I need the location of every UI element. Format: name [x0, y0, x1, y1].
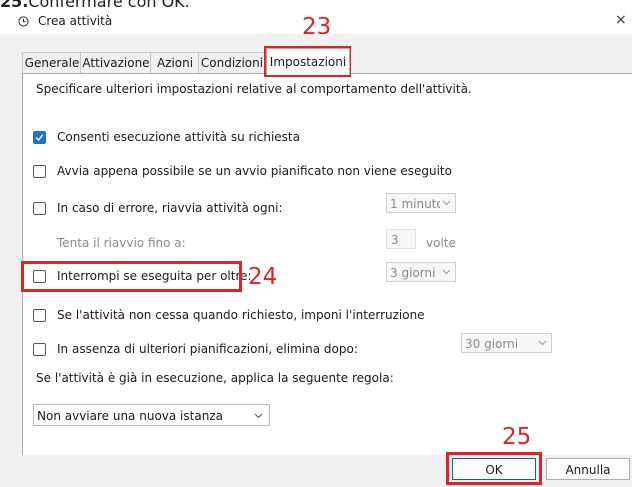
stop-duration-dropdown[interactable]: 3 giorni: [386, 262, 456, 282]
tab-impostazioni[interactable]: Impostazioni: [266, 48, 350, 75]
checkmark-icon: [35, 134, 44, 142]
settings-intro: Specificare ulteriori impostazioni relat…: [36, 82, 472, 96]
tab-generale[interactable]: Generale: [22, 52, 82, 73]
tab-azioni[interactable]: Azioni: [150, 52, 200, 73]
rule-label: Se l'attività è già in esecuzione, appli…: [36, 371, 394, 385]
force-stop-checkbox[interactable]: [33, 309, 46, 322]
restart-interval-dropdown[interactable]: 1 minuto: [386, 193, 456, 213]
chevron-down-icon: [442, 269, 451, 275]
run-asap-label: Avvia appena possibile se un avvio piani…: [57, 164, 452, 178]
caption-step-number: 25.: [0, 0, 29, 10]
restart-on-fail-checkbox[interactable]: [33, 202, 46, 215]
delete-after-dropdown[interactable]: 30 giorni: [461, 333, 552, 353]
cancel-button[interactable]: Annulla: [546, 458, 630, 480]
restart-on-fail-label: In caso di errore, riavvia attività ogni…: [57, 201, 283, 215]
chevron-down-icon: [538, 340, 547, 346]
step-number-24: 24: [248, 264, 278, 290]
window-title: Crea attività: [38, 14, 113, 28]
tab-attivazione[interactable]: Attivazione: [80, 52, 152, 73]
delete-after-value: 30 giorni: [465, 337, 519, 351]
stop-duration-value: 3 giorni: [390, 266, 436, 280]
chevron-down-icon: [442, 200, 451, 206]
retry-unit-label: volte: [426, 236, 456, 250]
step-number-23: 23: [302, 14, 332, 40]
running-rule-dropdown[interactable]: Non avviare una nuova istanza: [33, 404, 270, 426]
chevron-down-icon: [254, 413, 263, 419]
retry-label: Tenta il riavvio fino a:: [57, 236, 186, 250]
allow-on-demand-checkbox[interactable]: [33, 131, 46, 144]
delete-after-checkbox[interactable]: [33, 343, 46, 356]
step-number-25: 25: [502, 424, 532, 450]
close-icon[interactable]: ×: [615, 12, 627, 28]
ok-highlight-box: [446, 452, 542, 485]
retry-count-field[interactable]: 3: [386, 229, 416, 249]
caption-text: Confermare con OK.: [28, 0, 190, 10]
delete-after-label: In assenza di ulteriori pianificazioni, …: [57, 342, 358, 356]
tab-condizioni[interactable]: Condizioni: [198, 52, 266, 73]
run-asap-checkbox[interactable]: [33, 165, 46, 178]
restart-interval-value: 1 minuto: [390, 197, 440, 211]
clock-icon: [18, 16, 29, 27]
running-rule-value: Non avviare una nuova istanza: [37, 409, 223, 423]
option-highlight-box: [21, 261, 242, 292]
force-stop-label: Se l'attività non cessa quando richiesto…: [57, 308, 425, 322]
instruction-caption: 25.Confermare con OK.: [0, 0, 632, 10]
allow-on-demand-label: Consenti esecuzione attività su richiest…: [57, 130, 300, 144]
